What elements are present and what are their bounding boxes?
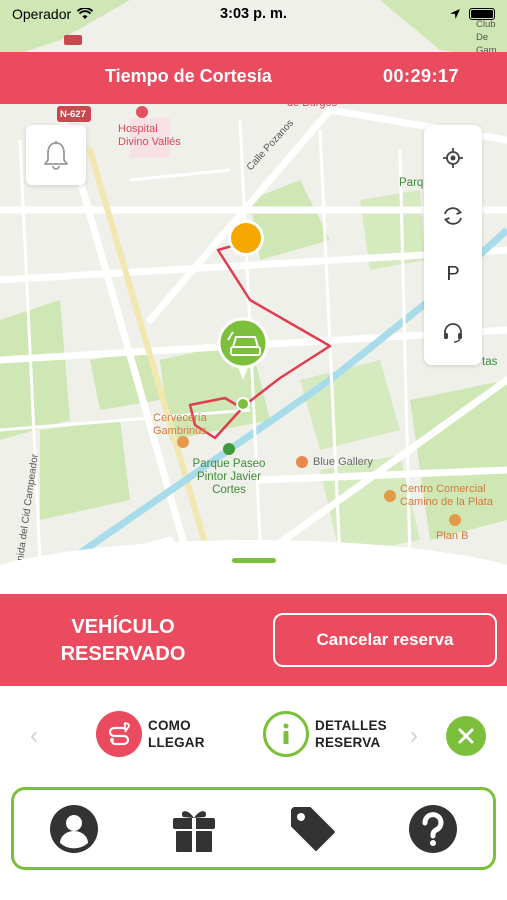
directions-label: COMO LLEGAR [148, 717, 205, 751]
nav-promotions[interactable] [285, 801, 341, 857]
chevron-right-icon[interactable]: › [410, 722, 418, 750]
bottom-navigation [11, 787, 496, 870]
nav-rewards[interactable] [166, 801, 222, 857]
road-badge: N-627 [60, 109, 86, 120]
parking-button[interactable]: P [433, 254, 473, 294]
action-row: ‹ COMO LLEGAR DETALLES RESERVA › [0, 700, 507, 772]
details-label-line2: RESERVA [315, 735, 381, 750]
nav-help[interactable] [405, 801, 461, 857]
refresh-icon [443, 207, 463, 225]
refresh-button[interactable] [433, 196, 473, 236]
app-screen: N-627 Hospital Divino Vallés de Burgos C… [0, 0, 507, 900]
chevron-left-icon[interactable]: ‹ [30, 722, 38, 750]
route-icon [96, 711, 142, 757]
reservation-status-line2: RESERVADO [60, 643, 186, 665]
locate-me-button[interactable] [433, 138, 473, 178]
centro-comercial-label: Centro Comercial Camino de la Plata [400, 483, 493, 508]
details-label: DETALLES RESERVA [315, 717, 387, 751]
map-toolbar: P [424, 125, 482, 365]
bell-icon [44, 141, 68, 170]
notifications-button[interactable] [26, 125, 86, 185]
info-icon [263, 711, 309, 757]
nav-profile[interactable] [46, 801, 102, 857]
hospital-label: Hospital Divino Vallés [118, 123, 181, 148]
tag-icon [291, 806, 336, 851]
directions-label-line1: COMO [148, 718, 191, 733]
reservation-details-button[interactable]: DETALLES RESERVA [263, 711, 387, 757]
parque-paseo-label: Parque Paseo Pintor Javier Cortes [192, 458, 266, 496]
gift-icon [172, 810, 215, 852]
courtesy-timer-banner: Tiempo de Cortesía 00:29:17 [0, 52, 507, 104]
support-button[interactable] [433, 312, 473, 352]
user-icon [49, 804, 98, 853]
cerveceria-label: Cervecería Gambrinus [153, 412, 207, 437]
tas-label: tas [482, 356, 498, 368]
reservation-status: VEHÍCULO RESERVADO [40, 614, 206, 668]
status-bar: Operador 3:03 p. m. [0, 0, 507, 28]
crosshair-icon [443, 148, 463, 168]
courtesy-title: Tiempo de Cortesía [105, 66, 272, 86]
cancel-reservation-button[interactable]: Cancelar reserva [273, 613, 497, 667]
reservation-panel: VEHÍCULO RESERVADO Cancelar reserva [0, 594, 507, 686]
directions-button[interactable]: COMO LLEGAR [96, 711, 205, 757]
clock: 3:03 p. m. [220, 6, 287, 22]
battery-icon [469, 8, 495, 20]
help-icon [409, 804, 458, 853]
sheet-drag-handle[interactable] [232, 558, 276, 563]
headset-icon [444, 323, 462, 343]
courtesy-timer: 00:29:17 [382, 66, 459, 86]
plan-b-label: Plan B [436, 530, 469, 542]
reservation-status-line1: VEHÍCULO [71, 616, 175, 638]
blue-gallery-label: Blue Gallery [313, 456, 373, 468]
close-button[interactable] [446, 716, 486, 756]
close-icon [458, 728, 474, 744]
details-label-line1: DETALLES [315, 718, 387, 733]
directions-label-line2: LLEGAR [148, 735, 205, 750]
